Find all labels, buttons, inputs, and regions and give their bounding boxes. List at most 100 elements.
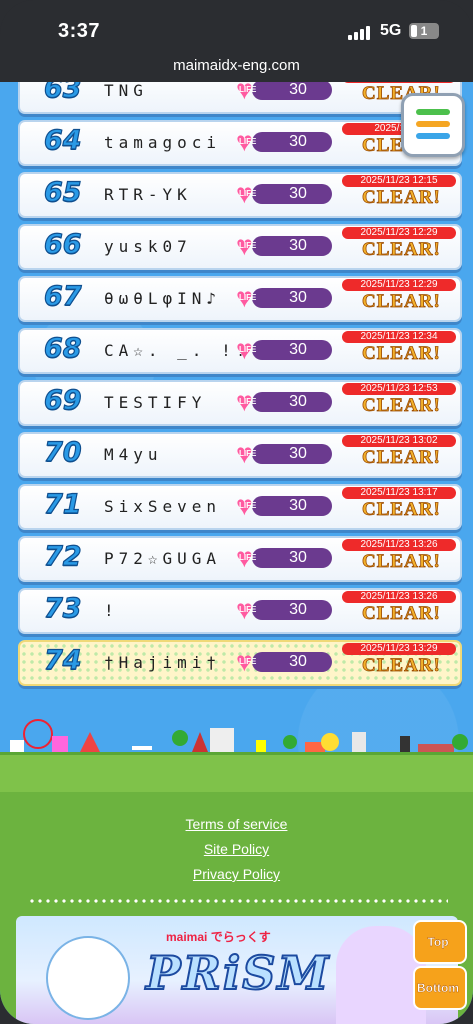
life-value: 30 bbox=[289, 393, 307, 410]
heart-icon: ♥ LIFE bbox=[236, 178, 257, 209]
rank-number: 72 bbox=[43, 540, 82, 572]
banner-logo: PRiSM bbox=[145, 945, 331, 1001]
ranking-row: 64tamagoci30♥LIFE2025/11/23CLEAR! bbox=[18, 120, 462, 166]
life-indicator: 30 ♥ LIFE bbox=[236, 542, 336, 573]
heart-icon: ♥ LIFE bbox=[236, 282, 257, 313]
date-badge: 2025/11/23 13:29 bbox=[342, 643, 456, 655]
life-indicator: 30 ♥ LIFE bbox=[236, 646, 336, 677]
player-name: M4yu bbox=[104, 445, 163, 464]
rank-number: 66 bbox=[43, 228, 82, 260]
player-name: RTR-YK bbox=[104, 185, 192, 204]
terms-of-service-link[interactable]: Terms of service bbox=[0, 816, 473, 832]
player-name: CA☆. _. !! bbox=[104, 341, 251, 360]
ranking-row: 70 M4yu 30 ♥ LIFE 2025/11/23 13:02 CLEAR! bbox=[18, 432, 462, 478]
rank-number: 67 bbox=[43, 280, 82, 312]
rank-number: 68 bbox=[43, 332, 82, 364]
life-label: LIFE bbox=[239, 345, 257, 354]
clear-status: CLEAR! bbox=[362, 603, 441, 625]
heart-icon: ♥ LIFE bbox=[236, 438, 257, 469]
mascot-image bbox=[46, 936, 130, 1020]
life-label: LIFE bbox=[239, 189, 257, 198]
clear-status: CLEAR! bbox=[362, 499, 441, 521]
life-label: LIFE bbox=[239, 137, 257, 146]
life-label: LIFE bbox=[239, 501, 257, 510]
life-value: 30 bbox=[289, 237, 307, 254]
heart-icon: ♥ LIFE bbox=[236, 82, 257, 105]
rank-number: 71 bbox=[43, 488, 82, 520]
scroll-top-button[interactable]: Top bbox=[413, 920, 467, 964]
life-value: 30 bbox=[289, 185, 307, 202]
life-indicator: 30 ♥ LIFE bbox=[236, 230, 336, 261]
life-indicator: 30 ♥ LIFE bbox=[236, 594, 336, 625]
date-badge: 2025/11/23 13:26 bbox=[342, 591, 456, 603]
rank-number: 69 bbox=[43, 384, 82, 416]
heart-icon: ♥ LIFE bbox=[236, 542, 257, 573]
rank-number: 65 bbox=[43, 176, 82, 208]
life-indicator: 30 ♥ LIFE bbox=[236, 388, 336, 416]
clear-status: CLEAR! bbox=[362, 291, 441, 313]
life-label: LIFE bbox=[239, 293, 257, 302]
life-value: 30 bbox=[289, 653, 307, 670]
date-badge: 2025/11/23 12:15 bbox=[342, 175, 456, 187]
life-value: 30 bbox=[289, 549, 307, 566]
life-value: 30 bbox=[289, 445, 307, 462]
rank-number: 73 bbox=[43, 592, 82, 624]
date-badge: 2025/11/23 12:29 bbox=[342, 227, 456, 239]
date-badge: 2025/11/23 13:02 bbox=[342, 435, 456, 447]
grass-strip bbox=[0, 752, 473, 795]
heart-icon: ♥ LIFE bbox=[236, 334, 257, 365]
life-label: LIFE bbox=[239, 605, 257, 614]
player-name: yusk07 bbox=[104, 237, 192, 256]
ranking-row: 69 TESTIFY 30 ♥ LIFE 2025/11/23 12:53 CLEAR! bbox=[18, 380, 462, 426]
ranking-row: 67 θωθLφIN♪ 30 ♥ LIFE 2025/11/23 12:29 CLEAR! bbox=[18, 276, 462, 322]
heart-icon: ♥ LIFE bbox=[236, 646, 257, 677]
player-name: TNG bbox=[104, 82, 148, 100]
menu-button[interactable] bbox=[401, 93, 465, 157]
battery-level: 1 bbox=[420, 24, 428, 38]
player-name: †Hajimi† bbox=[104, 653, 222, 672]
hamburger-menu-icon bbox=[416, 109, 450, 115]
date-badge: 2025/11/23 12:29 bbox=[342, 279, 456, 291]
rank-number: 64 bbox=[43, 124, 82, 156]
signal-icon bbox=[348, 26, 372, 40]
life-value: 30 bbox=[289, 289, 307, 306]
life-indicator: 30 ♥ LIFE bbox=[236, 82, 336, 105]
player-name: P72☆GUGA bbox=[104, 549, 222, 568]
phone-screen: 3:37 5G 1 maimaidx-eng.com 63 TNG 30 ♥LIFE 2… bbox=[0, 0, 473, 1024]
clear-status: CLEAR! bbox=[362, 551, 441, 573]
life-value: 30 bbox=[289, 82, 307, 98]
date-badge: 2025/11/23 13:26 bbox=[342, 539, 456, 551]
scroll-bottom-button[interactable]: Bottom bbox=[413, 966, 467, 1010]
rank-number: 74 bbox=[43, 644, 82, 676]
ranking-row: 73! 30 ♥ LIFE 2025/11/23 13:26 CLEAR! bbox=[18, 588, 462, 634]
ranking-row: 74 †Hajimi† 30 ♥ LIFE 2025/11/23 13:29 CLEAR! bbox=[18, 640, 462, 686]
date-badge: 2025/11/23 13:17 bbox=[342, 487, 456, 499]
rank-number: 70 bbox=[43, 436, 82, 468]
ranking-row: 71 SixSeven 30 ♥ LIFE 2025/11/23 13:17 CLEAR! bbox=[18, 484, 462, 530]
player-name: θωθLφIN♪ bbox=[104, 289, 222, 308]
heart-icon: ♥ LIFE bbox=[236, 594, 257, 625]
privacy-policy-link[interactable]: Privacy Policy bbox=[0, 866, 473, 882]
life-value: 30 bbox=[289, 601, 307, 618]
life-indicator: 30 ♥ LIFE bbox=[236, 334, 336, 365]
prism-banner[interactable]: maimai でらっくす PRiSM bbox=[16, 916, 458, 1024]
life-indicator: 30 ♥ LIFE bbox=[236, 438, 336, 469]
clear-status: CLEAR! bbox=[362, 447, 441, 469]
date-badge: 2025/11/23 12:34 bbox=[342, 331, 456, 343]
life-value: 30 bbox=[289, 341, 307, 358]
battery-icon: 1 bbox=[409, 23, 439, 39]
clear-status: CLEAR! bbox=[362, 655, 441, 677]
clear-status: CLEAR! bbox=[362, 239, 441, 261]
life-label: LIFE bbox=[239, 85, 257, 94]
life-value: 30 bbox=[289, 497, 307, 514]
life-label: LIFE bbox=[239, 449, 257, 458]
rank-number: 63 bbox=[43, 82, 82, 105]
heart-icon: ♥ LIFE bbox=[236, 230, 257, 261]
site-policy-link[interactable]: Site Policy bbox=[0, 841, 473, 857]
banner-small-logo: maimai でらっくす bbox=[166, 930, 271, 944]
ranking-row: 72 P72☆GUGA 30 ♥ LIFE 2025/11/23 13:26 CLEAR! bbox=[18, 536, 462, 582]
life-indicator: 30 ♥ LIFE bbox=[236, 178, 336, 209]
clear-status: CLEAR! bbox=[362, 343, 441, 365]
life-indicator: 30 ♥ LIFE bbox=[236, 128, 336, 156]
url-bar[interactable]: maimaidx-eng.com bbox=[0, 50, 473, 82]
